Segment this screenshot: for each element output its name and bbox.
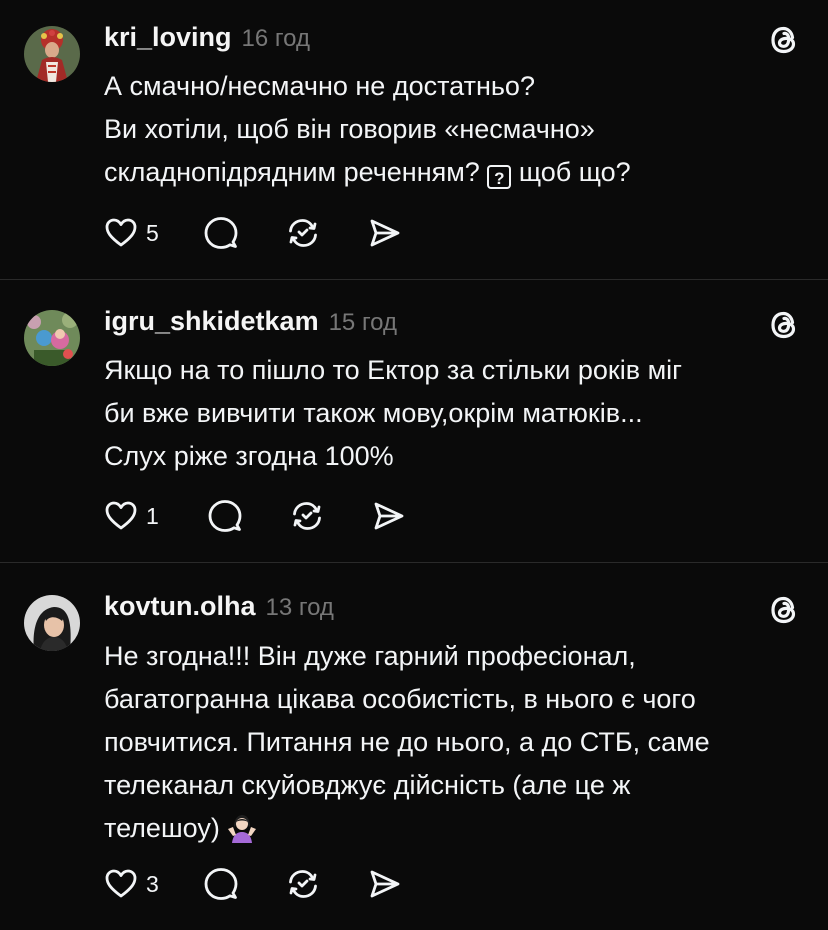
- post: igru_shkidetkam 15 год Якщо на то пішло …: [0, 280, 828, 562]
- action-bar: 1: [104, 498, 405, 534]
- threads-logo-icon[interactable]: [764, 305, 804, 345]
- comment-icon: [204, 217, 238, 249]
- send-icon: [370, 219, 400, 247]
- heart-icon: [105, 869, 137, 898]
- text-line: телеканал скуйовджує дійсність (але це ж: [104, 770, 631, 800]
- send-icon: [370, 870, 400, 898]
- text-fragment: складнопідрядним реченням?: [104, 157, 480, 187]
- avatar[interactable]: [24, 310, 80, 366]
- text-line: складнопідрядним реченням? ? щоб що?: [104, 151, 814, 194]
- send-icon: [374, 502, 404, 530]
- post-header: kri_loving 16 год: [104, 22, 310, 53]
- repost-button[interactable]: [289, 498, 325, 534]
- username[interactable]: kri_loving: [104, 22, 232, 53]
- action-bar: 5: [104, 215, 401, 251]
- post: kovtun.olha 13 год Не згодна!!! Він дуже…: [0, 563, 828, 930]
- timestamp: 13 год: [265, 594, 334, 621]
- text-line: багатогранна цікава особистість, в нього…: [104, 684, 696, 714]
- threads-logo-icon[interactable]: [764, 590, 804, 630]
- text-line: Ви хотіли, щоб він говорив «несмачно»: [104, 114, 595, 144]
- like-button[interactable]: 5: [104, 216, 159, 250]
- reply-button[interactable]: [207, 498, 243, 534]
- repost-button[interactable]: [285, 215, 321, 251]
- share-button[interactable]: [367, 867, 401, 901]
- like-count: 3: [146, 870, 159, 897]
- text-line: Якщо на то пішло то Ектор за стільки рок…: [104, 355, 682, 385]
- repost-icon: [292, 502, 321, 530]
- text-fragment: телешоу): [104, 813, 220, 843]
- post-text: Якщо на то пішло то Ектор за стільки рок…: [104, 349, 814, 478]
- post-header: kovtun.olha 13 год: [104, 591, 334, 622]
- timestamp: 16 год: [241, 25, 310, 52]
- repost-button[interactable]: [285, 866, 321, 902]
- avatar[interactable]: [24, 595, 80, 651]
- heart-icon: [105, 501, 137, 530]
- text-line: телешоу): [104, 807, 814, 850]
- shrugging-woman-emoji: [228, 815, 257, 843]
- action-bar: 3: [104, 866, 401, 902]
- heart-icon: [105, 218, 137, 247]
- username[interactable]: igru_shkidetkam: [104, 306, 319, 337]
- text-line: би вже вивчити також мову,окрім матюків.…: [104, 398, 643, 428]
- post-text: А смачно/несмачно не достатньо? Ви хотіл…: [104, 65, 814, 194]
- reply-button[interactable]: [203, 866, 239, 902]
- like-count: 1: [146, 502, 159, 529]
- share-button[interactable]: [367, 216, 401, 250]
- reply-button[interactable]: [203, 215, 239, 251]
- avatar[interactable]: [24, 26, 80, 82]
- timestamp: 15 год: [328, 309, 397, 336]
- like-button[interactable]: 1: [104, 499, 159, 533]
- repost-icon: [288, 219, 317, 247]
- threads-logo-icon[interactable]: [764, 20, 804, 60]
- like-count: 5: [146, 219, 159, 246]
- unknown-character-icon: ?: [487, 165, 512, 189]
- text-line: повчитися. Питання не до нього, а до СТБ…: [104, 727, 710, 757]
- text-fragment: щоб що?: [518, 157, 631, 187]
- post-text: Не згодна!!! Він дуже гарний професіонал…: [104, 635, 814, 850]
- text-line: А смачно/несмачно не достатньо?: [104, 71, 535, 101]
- share-button[interactable]: [371, 499, 405, 533]
- post-header: igru_shkidetkam 15 год: [104, 306, 397, 337]
- repost-icon: [288, 870, 317, 898]
- username[interactable]: kovtun.olha: [104, 591, 256, 622]
- text-line: Не згодна!!! Він дуже гарний професіонал…: [104, 641, 636, 671]
- text-line: Слух ріже згодна 100%: [104, 441, 394, 471]
- comment-icon: [208, 500, 242, 532]
- post: kri_loving 16 год А смачно/несмачно не д…: [0, 0, 828, 279]
- comment-icon: [204, 868, 238, 900]
- like-button[interactable]: 3: [104, 867, 159, 901]
